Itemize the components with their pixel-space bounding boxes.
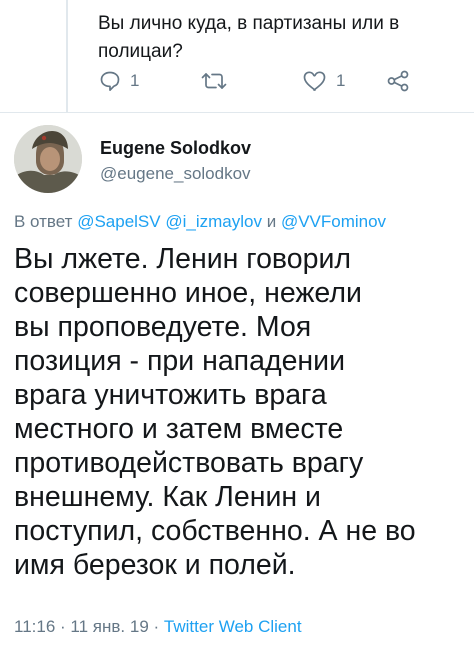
author-display-name[interactable]: Eugene Solodkov — [100, 138, 251, 159]
comment-icon — [98, 69, 122, 93]
reply-to-prefix: В ответ — [14, 212, 73, 231]
previous-tweet-actions: 1 1 — [98, 66, 438, 96]
share-icon — [386, 69, 410, 93]
reply-action[interactable]: 1 — [98, 66, 139, 96]
reply-to-line: В ответ @SapelSV @i_izmaylov и @VVFomino… — [14, 212, 386, 232]
avatar[interactable] — [14, 125, 82, 193]
reply-to-user-link[interactable]: @SapelSV — [77, 212, 160, 231]
author-handle[interactable]: @eugene_solodkov — [100, 164, 251, 184]
meta-separator: · — [153, 617, 160, 636]
retweet-action[interactable] — [200, 66, 236, 96]
tweet-divider — [0, 112, 474, 113]
thread-connector-line — [66, 0, 68, 112]
like-action[interactable]: 1 — [302, 66, 345, 96]
reply-count: 1 — [130, 71, 140, 90]
reply-to-user-link[interactable]: @i_izmaylov — [165, 212, 262, 231]
tweet-body-text: Вы лжете. Ленин говорил совершенно иное,… — [14, 243, 416, 581]
tweet-date: 11 янв. 19 — [70, 617, 149, 636]
reply-to-separator: и — [266, 212, 277, 231]
reply-to-user-link[interactable]: @VVFominov — [281, 212, 386, 231]
tweet-time: 11:16 — [14, 617, 56, 636]
meta-separator: · — [60, 617, 66, 636]
heart-icon — [302, 69, 328, 93]
retweet-icon — [200, 69, 228, 93]
previous-tweet-text: Вы лично куда, в партизаны или в полицаи… — [98, 13, 400, 62]
like-count: 1 — [336, 71, 346, 90]
tweet-meta: 11:16 · 11 янв. 19 · Twitter Web Client — [14, 617, 302, 637]
share-action[interactable] — [386, 66, 410, 96]
tweet-source-link[interactable]: Twitter Web Client — [164, 617, 302, 636]
